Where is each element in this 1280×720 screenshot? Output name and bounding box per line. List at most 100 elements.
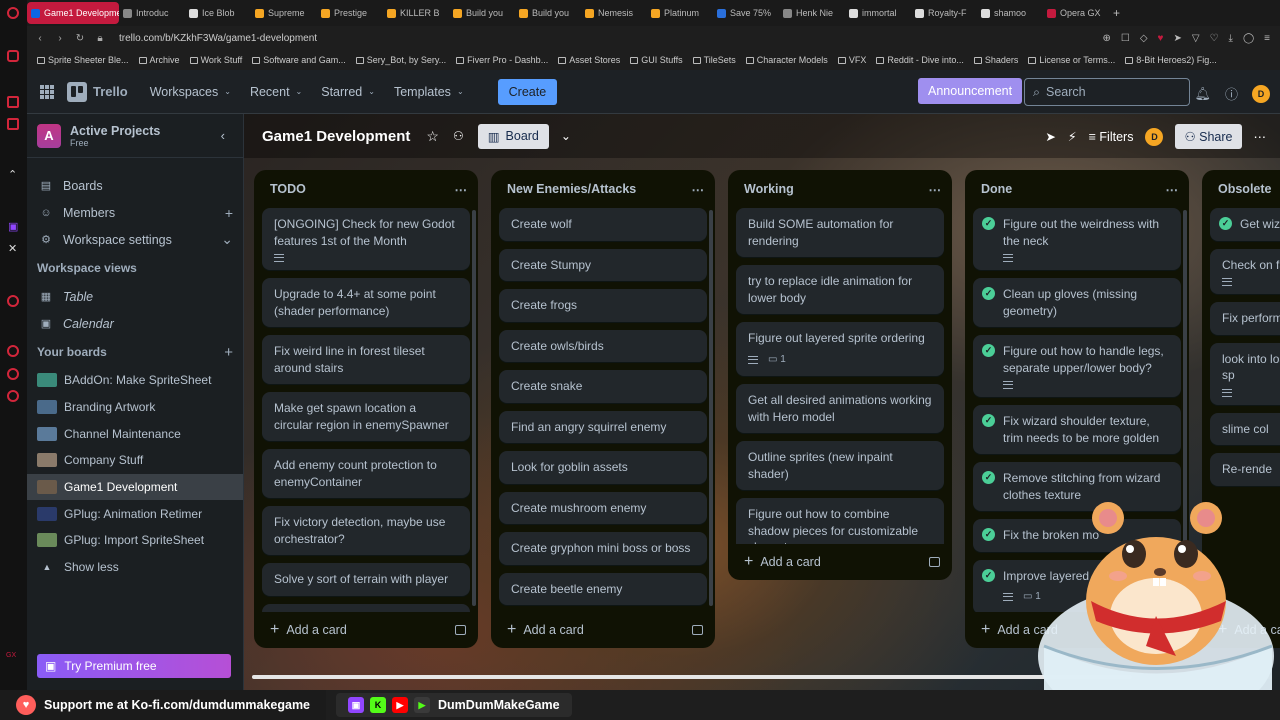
board-member-avatar[interactable]: D	[1145, 127, 1164, 146]
add-card-button[interactable]: + Add a card	[254, 612, 478, 648]
sidebar-board-item[interactable]: Company Stuff	[27, 447, 243, 474]
new-tab-icon[interactable]: +	[1113, 6, 1120, 20]
add-member-icon[interactable]: +	[225, 205, 233, 221]
card[interactable]: Create snake	[499, 370, 707, 403]
sidebar-item-boards[interactable]: ▤ Boards	[27, 172, 243, 199]
vpn-icon[interactable]: ▽	[1192, 33, 1200, 44]
browser-tab[interactable]: KILLER B	[383, 2, 449, 24]
template-icon[interactable]	[692, 625, 703, 635]
card[interactable]: Figure out how to combine shadow pieces …	[736, 498, 944, 544]
browser-tab[interactable]: Build you	[449, 2, 515, 24]
board-view-button[interactable]: ▥ Board	[477, 123, 549, 149]
x-icon[interactable]: ✕	[8, 242, 17, 255]
card[interactable]: look into loa during deat stutter on sp	[1210, 342, 1280, 405]
bookmark-item[interactable]: TileSets	[692, 55, 736, 65]
create-button[interactable]: Create	[497, 78, 558, 105]
bookmark-item[interactable]: Reddit - Dive into...	[876, 55, 964, 65]
view-switcher-chevron-icon[interactable]: ⌄	[561, 129, 571, 143]
list-menu-icon[interactable]: ⋯	[1166, 182, 1180, 197]
twitch-icon[interactable]: ▣	[8, 220, 18, 233]
card[interactable]: ✓ Figure out how to handle legs, separate…	[973, 335, 1181, 397]
zoom-icon[interactable]: ⊕	[1102, 33, 1110, 44]
horizontal-scrollbar-thumb[interactable]	[252, 675, 1132, 679]
card[interactable]: Create owls/birds	[499, 329, 707, 362]
history-sidebar-icon[interactable]	[7, 345, 19, 357]
browser-tab[interactable]: Game1 Developme	[27, 2, 119, 24]
bookmark-item[interactable]: Software and Gam...	[252, 55, 346, 65]
checkmark-icon[interactable]: ✓	[982, 471, 995, 484]
browser-tab[interactable]: Platinum	[647, 2, 713, 24]
browser-tab[interactable]: immortal	[845, 2, 911, 24]
card[interactable]: Find an angry squirrel enemy	[499, 410, 707, 443]
card[interactable]: ✓ Fix wizard shoulder texture, trim needs…	[973, 405, 1181, 454]
add-board-icon[interactable]: +	[224, 344, 233, 361]
add-card-button[interactable]: + Add a card	[491, 612, 715, 648]
card[interactable]: Fix victory detection, maybe use orchest…	[262, 506, 470, 555]
bell-icon[interactable]: 🔔︎	[1194, 86, 1211, 102]
card[interactable]: Create Stumpy	[499, 248, 707, 281]
sidebar-board-item[interactable]: GPlug: Animation Retimer	[27, 500, 243, 527]
bookmark-item[interactable]: Fiverr Pro - Dashb...	[456, 55, 548, 65]
star-icon[interactable]: ☆	[426, 128, 439, 145]
browser-tab[interactable]: Supreme	[251, 2, 317, 24]
card[interactable]: Check on fa seems too c	[1210, 248, 1280, 294]
workspace-name[interactable]: Active Projects	[70, 124, 160, 138]
bookmark-item[interactable]: GUI Stuffs	[630, 55, 683, 65]
bookmark-item[interactable]: Character Models	[745, 55, 828, 65]
card[interactable]: ✓ Figure out the weirdness with the neck	[973, 208, 1181, 270]
list-menu-icon[interactable]: ⋯	[692, 182, 706, 197]
card[interactable]: try to replace idle animation for lower …	[736, 265, 944, 314]
list-scrollbar[interactable]	[472, 210, 476, 606]
app-switcher-icon[interactable]	[40, 84, 54, 99]
sidebar-board-item[interactable]: Game1 Development	[27, 473, 243, 501]
sidebar-item-workspace-settings[interactable]: ⚙ Workspace settings ⌄	[27, 226, 243, 253]
browser-tab[interactable]: Opera GX	[1043, 2, 1109, 24]
extension-icon[interactable]: ◇	[1140, 33, 1148, 44]
heart-outline-icon[interactable]: ♡	[1210, 33, 1219, 44]
bookmark-item[interactable]: License or Terms...	[1028, 55, 1115, 65]
card[interactable]: Create wolf	[499, 208, 707, 241]
avatar[interactable]: D	[1252, 84, 1270, 103]
header-menu-workspaces[interactable]: Workspaces ⌄	[150, 85, 231, 99]
sidebar-board-item[interactable]: GPlug: Import SpriteSheet	[27, 527, 243, 554]
list-header[interactable]: Working ⋯	[728, 170, 952, 208]
sidebar-board-item[interactable]: Channel Maintenance	[27, 420, 243, 447]
card[interactable]: slime col	[1210, 412, 1280, 445]
checkmark-icon[interactable]: ✓	[982, 344, 995, 357]
header-menu-starred[interactable]: Starred ⌄	[321, 85, 375, 99]
collapse-sidebar-icon[interactable]: ‹	[221, 128, 225, 143]
browser-tab[interactable]: Henk Nie	[779, 2, 845, 24]
template-icon[interactable]	[929, 557, 940, 567]
profile-icon[interactable]: ◯	[1243, 33, 1254, 44]
sidebar-view-table[interactable]: ▦ Table	[27, 283, 243, 310]
board-title[interactable]: Game1 Development	[262, 128, 410, 145]
bookmark-item[interactable]: Shaders	[973, 55, 1018, 65]
checkmark-icon[interactable]: ✓	[982, 414, 995, 427]
card[interactable]: Outline sprites (new inpaint shader)	[736, 441, 944, 490]
heart-icon[interactable]: ♥	[1158, 33, 1164, 44]
browser-tab[interactable]: Royalty-F	[911, 2, 977, 24]
browser-tab[interactable]: Introduc	[119, 2, 185, 24]
settings-sidebar-icon[interactable]	[7, 390, 19, 402]
card[interactable]: Get all desired animations working with …	[736, 384, 944, 433]
sidebar-item-members[interactable]: ☺ Members +	[27, 199, 243, 226]
bookmark-item[interactable]: Sprite Sheeter Ble...	[37, 55, 129, 65]
bookmark-item[interactable]: 8-Bit Heroes2) Fig...	[1125, 55, 1217, 65]
card[interactable]: Fix weird line in forest tileset around …	[262, 335, 470, 384]
opera-logo-icon[interactable]	[7, 7, 19, 19]
card[interactable]: Fix perform slime ball	[1210, 302, 1280, 335]
sidebar-board-item[interactable]: BAddOn: Make SpriteSheet	[27, 367, 243, 394]
card[interactable]: Create mushroom enemy	[499, 491, 707, 524]
browser-tab[interactable]: Prestige	[317, 2, 383, 24]
clock-sidebar-icon[interactable]	[7, 368, 19, 380]
template-icon[interactable]	[455, 625, 466, 635]
back-icon[interactable]: ‹	[33, 33, 47, 44]
header-menu-recent[interactable]: Recent ⌄	[250, 85, 302, 99]
browser-tab[interactable]: Save 75%	[713, 2, 779, 24]
checkmark-icon[interactable]: ✓	[982, 528, 995, 541]
list-menu-icon[interactable]: ⋯	[929, 182, 943, 197]
download-icon[interactable]: ⤓	[1229, 33, 1233, 44]
browser-tab[interactable]: Nemesis	[581, 2, 647, 24]
header-menu-templates[interactable]: Templates ⌄	[394, 85, 464, 99]
bookmark-item[interactable]: Work Stuff	[189, 55, 242, 65]
